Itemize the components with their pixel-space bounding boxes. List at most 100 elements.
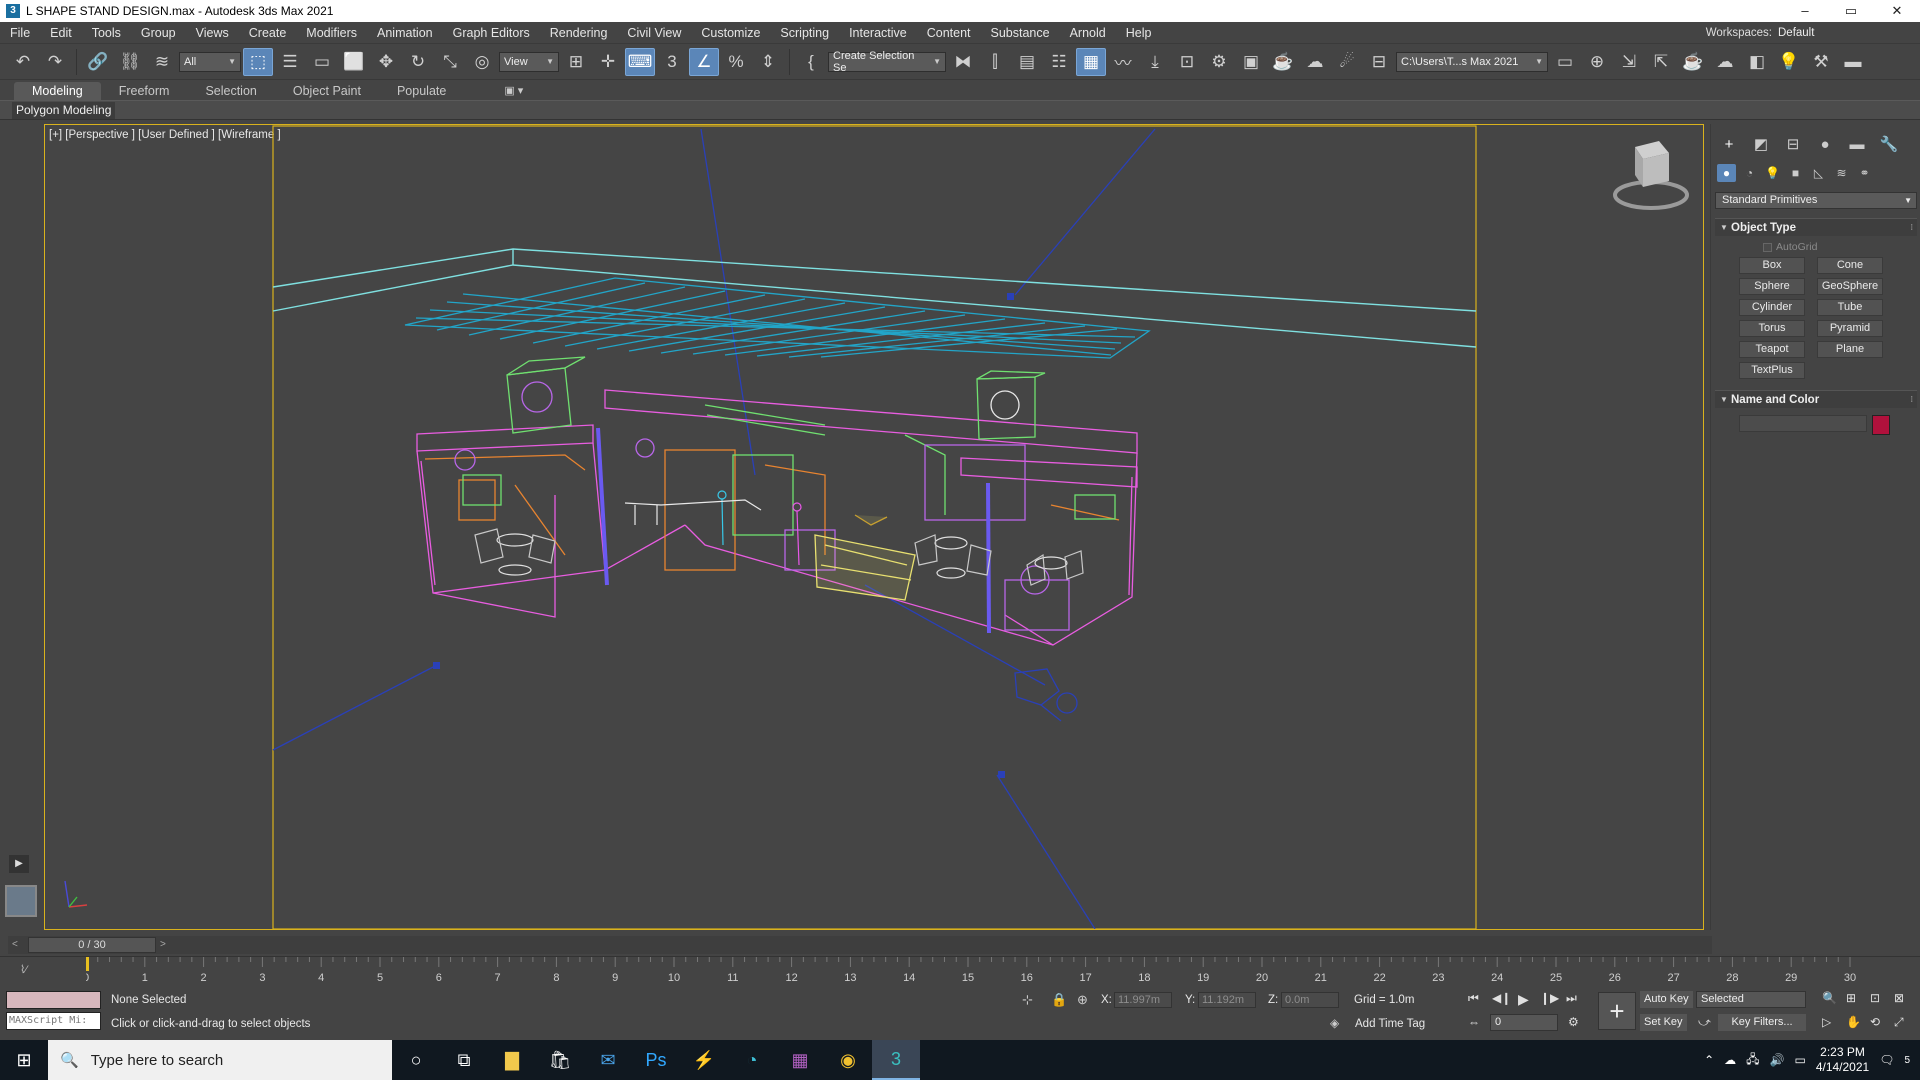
time-slider-handle[interactable]: 0 / 30 — [28, 937, 156, 953]
y-coordinate-field[interactable]: 11.192m — [1198, 992, 1256, 1008]
object-name-input[interactable] — [1739, 415, 1867, 432]
menu-civil-view[interactable]: Civil View — [617, 22, 691, 44]
key-filters-button[interactable]: Key Filters... — [1718, 1014, 1806, 1031]
import-icon[interactable]: ⇲ — [1614, 48, 1644, 76]
named-selection-dropdown[interactable]: Create Selection Se ▼ — [828, 50, 946, 74]
key-mode-toggle-icon[interactable]: ⇔ — [1468, 1015, 1480, 1029]
edit-named-selection-icon[interactable]: { — [796, 48, 826, 76]
time-slider-prev-icon[interactable]: < — [12, 936, 18, 954]
shapes-icon[interactable]: ◔ — [1740, 164, 1759, 182]
rectangular-selection-icon[interactable]: ▭ — [307, 48, 337, 76]
arnold-render-icon[interactable]: ◧ — [1742, 48, 1772, 76]
auto-key-button[interactable]: Auto Key — [1640, 991, 1693, 1008]
object-type-rollout[interactable]: ▼ Object Type ⁞ — [1715, 218, 1917, 236]
tab-object-paint[interactable]: Object Paint — [275, 82, 379, 100]
undo-icon[interactable]: ↶ — [8, 48, 38, 76]
network-icon[interactable]: 🖧 — [1746, 1050, 1759, 1071]
autogrid-checkbox[interactable]: AutoGrid — [1763, 241, 1817, 253]
helpers-icon[interactable]: ◺ — [1809, 164, 1828, 182]
light-icon[interactable]: 💡 — [1774, 48, 1804, 76]
maxscript-mini-listener[interactable]: MAXScript Mi: — [6, 1012, 101, 1030]
time-tag-icon[interactable]: ◈ — [1330, 1016, 1339, 1030]
edge-icon[interactable]: ◔ — [728, 1040, 776, 1080]
selection-filter-dropdown[interactable]: All ▼ — [179, 51, 241, 72]
absolute-transform-icon[interactable]: ⊕ — [1077, 992, 1088, 1008]
select-object-icon[interactable]: ⬚ — [243, 47, 273, 76]
teapot-render-icon[interactable]: ☕ — [1678, 48, 1708, 76]
ribbon-toggle-icon[interactable]: ▦ — [1076, 47, 1106, 76]
redo-icon[interactable]: ↷ — [40, 48, 70, 76]
placement-icon[interactable]: ◎ — [467, 48, 497, 76]
default-tangent-icon[interactable]: ⤻ — [1698, 1015, 1711, 1030]
taskbar-clock[interactable]: 2:23 PM 4/14/2021 — [1816, 1045, 1869, 1075]
box-button[interactable]: Box — [1739, 257, 1805, 274]
time-slider[interactable]: < 0 / 30 > — [8, 936, 1712, 954]
perspective-viewport[interactable]: [+] [Perspective ] [User Defined ] [Wire… — [44, 124, 1704, 930]
menu-arnold[interactable]: Arnold — [1060, 22, 1116, 44]
tube-button[interactable]: Tube — [1817, 299, 1883, 316]
mail-icon[interactable]: ✉ — [584, 1040, 632, 1080]
display-icon[interactable]: ▭ — [1794, 1053, 1805, 1067]
space-warps-icon[interactable]: ≋ — [1832, 164, 1851, 182]
workspaces-dropdown[interactable]: Default — [1778, 22, 1908, 44]
open-file-icon[interactable]: ▭ — [1550, 48, 1580, 76]
cylinder-button[interactable]: Cylinder — [1739, 299, 1805, 316]
file-explorer-icon[interactable]: ▇ — [488, 1040, 536, 1080]
unlink-icon[interactable]: ⛓ — [115, 48, 145, 76]
set-key-icon[interactable]: + — [1598, 992, 1636, 1030]
volume-icon[interactable]: 🔊 — [1770, 1053, 1785, 1067]
zoom-extents-icon[interactable]: ⊡ — [1870, 991, 1880, 1005]
geosphere-button[interactable]: GeoSphere — [1817, 278, 1883, 295]
torus-button[interactable]: Torus — [1739, 320, 1805, 337]
menu-edit[interactable]: Edit — [40, 22, 82, 44]
microsoft-store-icon[interactable]: 🛍 — [536, 1040, 584, 1080]
render-setup-icon[interactable]: ⚙ — [1204, 48, 1234, 76]
tab-freeform[interactable]: Freeform — [101, 82, 188, 100]
menu-substance[interactable]: Substance — [981, 22, 1060, 44]
viewport-layout-thumbnail[interactable] — [5, 885, 37, 917]
lights-icon[interactable]: 💡 — [1763, 164, 1782, 182]
menu-tools[interactable]: Tools — [82, 22, 131, 44]
tab-modeling[interactable]: Modeling — [14, 82, 101, 100]
pan-view-icon[interactable]: ✋ — [1846, 1015, 1861, 1029]
isolate-selection-icon[interactable]: ⊹ — [1022, 992, 1033, 1008]
zoom-all-icon[interactable]: ⊞ — [1846, 991, 1856, 1005]
angle-snap-icon[interactable]: ∠ — [689, 47, 719, 76]
utilities-tab-icon[interactable]: 🔧 — [1877, 134, 1901, 154]
key-mode-dropdown[interactable]: Selected — [1696, 991, 1806, 1008]
select-manipulate-icon[interactable]: ✛ — [593, 48, 623, 76]
name-and-color-rollout[interactable]: ▼ Name and Color ⁞ — [1715, 390, 1917, 408]
keyboard-shortcut-override-icon[interactable]: ⌨ — [625, 47, 655, 76]
taskbar-search[interactable]: 🔍 Type here to search — [48, 1040, 392, 1080]
render-in-cloud-icon[interactable]: ☄ — [1332, 48, 1362, 76]
menu-animation[interactable]: Animation — [367, 22, 443, 44]
set-key-button[interactable]: Set Key — [1640, 1014, 1687, 1031]
tab-selection[interactable]: Selection — [187, 82, 274, 100]
material-editor-icon[interactable]: ⊡ — [1172, 48, 1202, 76]
export-icon[interactable]: ⇱ — [1646, 48, 1676, 76]
previous-frame-icon[interactable]: ◀❙ — [1492, 991, 1511, 1005]
plane-button[interactable]: Plane — [1817, 341, 1883, 358]
maximize-viewport-icon[interactable]: ⤢ — [1894, 1015, 1904, 1030]
next-frame-icon[interactable]: ❙▶ — [1540, 991, 1559, 1005]
field-of-view-icon[interactable]: ▷ — [1822, 1015, 1831, 1029]
scene-explorer-icon[interactable]: ▤ — [1012, 48, 1042, 76]
rotate-icon[interactable]: ↻ — [403, 48, 433, 76]
photoshop-icon[interactable]: Ps — [632, 1040, 680, 1080]
selection-lock-icon[interactable]: 🔒 — [1051, 992, 1067, 1008]
modify-tab-icon[interactable]: ◩ — [1749, 134, 1773, 154]
minimize-button[interactable]: – — [1782, 0, 1828, 22]
time-configuration-icon[interactable]: ⚙ — [1568, 1015, 1579, 1029]
render-iterative-icon[interactable]: ☁ — [1300, 48, 1330, 76]
spinner-snap-icon[interactable]: ⇕ — [753, 48, 783, 76]
z-coordinate-field[interactable]: 0.0m — [1281, 992, 1339, 1008]
render-production-icon[interactable]: ☕ — [1268, 48, 1298, 76]
display-tab-icon[interactable]: ▬ — [1845, 134, 1869, 154]
notifications-icon[interactable]: 🗨 — [1879, 1053, 1894, 1067]
project-folder-dropdown[interactable]: C:\Users\T...s Max 2021 ▼ — [1396, 51, 1548, 72]
go-to-end-icon[interactable]: ⏭ — [1566, 991, 1577, 1006]
pyramid-button[interactable]: Pyramid — [1817, 320, 1883, 337]
ribbon-options-icon[interactable]: ▣ ▾ — [504, 82, 523, 100]
pivot-point-icon[interactable]: ⊞ — [561, 48, 591, 76]
menu-create[interactable]: Create — [239, 22, 297, 44]
